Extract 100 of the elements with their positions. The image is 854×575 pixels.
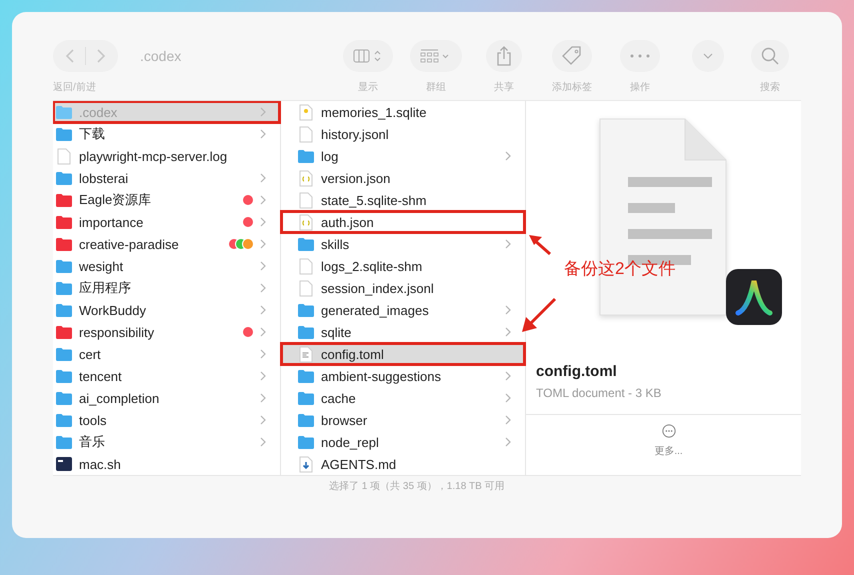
columns-view-icon [353, 48, 383, 64]
toolbar-label: 共享 [494, 80, 514, 94]
markdown-file-icon [297, 456, 315, 472]
chevron-down-icon [703, 53, 713, 59]
file-name: 音乐 [79, 433, 105, 451]
file-list-item[interactable]: AGENTS.md [281, 453, 525, 475]
file-list-item[interactable]: tencent [53, 365, 280, 387]
back-button[interactable] [65, 48, 75, 64]
file-name: cert [79, 346, 101, 362]
file-list-item[interactable]: skills [281, 233, 525, 255]
file-list-item[interactable]: importance [53, 211, 280, 233]
file-name: responsibility [79, 324, 154, 340]
file-list-item[interactable]: memories_1.sqlite [281, 101, 525, 123]
file-name: 下载 [79, 125, 105, 143]
document-icon [297, 192, 315, 208]
file-list-item[interactable]: responsibility [53, 321, 280, 343]
dropdown-button[interactable] [692, 40, 724, 72]
search-button[interactable] [751, 40, 789, 72]
json-file-icon [297, 170, 315, 186]
view-button[interactable] [343, 40, 393, 72]
more-button[interactable]: 更多... [648, 423, 689, 459]
document-icon [297, 346, 315, 362]
action-button[interactable] [620, 40, 660, 72]
file-name: WorkBuddy [79, 302, 146, 318]
annotation-text: 备份这2个文件 [564, 258, 676, 280]
file-list-item[interactable]: Eagle资源库 [53, 189, 280, 211]
file-list-item[interactable]: ai_completion [53, 387, 280, 409]
json-file-icon [297, 214, 315, 230]
file-list-item[interactable]: 音乐 [53, 431, 280, 453]
toolbar-label: 操作 [630, 81, 650, 94]
file-list-item[interactable]: playwright-mcp-server.log [53, 145, 280, 167]
search-icon [761, 47, 779, 65]
file-name: ambient-suggestions [321, 368, 441, 384]
file-name: skills [321, 236, 350, 252]
file-list-item[interactable]: sqlite [281, 321, 525, 343]
window-title: .codex [140, 48, 182, 64]
file-name: generated_images [321, 302, 429, 318]
file-name: importance [79, 214, 144, 230]
file-list-item[interactable]: config.toml [281, 343, 525, 365]
file-name: version.json [321, 170, 390, 186]
file-list-item[interactable]: session_index.jsonl [281, 277, 525, 299]
file-list-item[interactable]: state_5.sqlite-shm [281, 189, 525, 211]
more-icon [662, 424, 676, 438]
file-list-item[interactable]: creative-paradise [53, 233, 280, 255]
back-forward-label: 返回/前进 [53, 80, 97, 94]
file-list-item[interactable]: WorkBuddy [53, 299, 280, 321]
file-list-item[interactable]: cert [53, 343, 280, 365]
file-list-item[interactable]: tools [53, 409, 280, 431]
file-name: tools [79, 412, 106, 428]
toolbar-label: 添加标签 [552, 80, 592, 94]
tag-icon [562, 46, 582, 66]
file-list-item[interactable]: lobsterai [53, 167, 280, 189]
file-list-item[interactable]: mac.sh [53, 453, 280, 475]
toolbar-label: 群组 [426, 81, 446, 94]
file-list-item[interactable]: wesight [53, 255, 280, 277]
file-list-item[interactable]: 下载 [53, 123, 280, 145]
share-icon [496, 46, 512, 66]
file-name: sqlite [321, 324, 352, 340]
file-name: .codex [79, 104, 118, 120]
share-button[interactable] [486, 40, 522, 72]
app-logo-icon [726, 269, 782, 325]
annotation-arrow [521, 297, 557, 333]
file-name: node_repl [321, 434, 379, 450]
file-name: session_index.jsonl [321, 280, 434, 296]
file-list-item[interactable]: node_repl [281, 431, 525, 453]
file-name: mac.sh [79, 456, 121, 472]
file-list-item[interactable]: generated_images [281, 299, 525, 321]
file-name: lobsterai [79, 170, 128, 186]
file-name: cache [321, 390, 356, 406]
group-button[interactable] [410, 40, 462, 72]
file-list-item[interactable]: browser [281, 409, 525, 431]
toolbar-label: 显示 [358, 81, 378, 94]
file-name: tencent [79, 368, 122, 384]
file-name: Eagle资源库 [79, 191, 152, 209]
file-list-item[interactable]: auth.json [281, 211, 525, 233]
file-name: ai_completion [79, 390, 160, 406]
toolbar-label: 搜索 [760, 80, 780, 94]
file-name: playwright-mcp-server.log [79, 148, 228, 164]
file-list-item[interactable]: logs_2.sqlite-shm [281, 255, 525, 277]
file-name: logs_2.sqlite-shm [321, 258, 422, 274]
database-file-icon [297, 104, 315, 120]
annotation-arrow [528, 234, 552, 256]
document-icon [297, 280, 315, 296]
file-list-item[interactable]: log [281, 145, 525, 167]
file-name: auth.json [321, 214, 374, 230]
document-icon [297, 258, 315, 274]
file-name: state_5.sqlite-shm [321, 192, 426, 208]
file-list-item[interactable]: history.jsonl [281, 123, 525, 145]
preview-file-name: config.toml [536, 363, 618, 380]
file-name: AGENTS.md [321, 456, 396, 472]
file-list-item[interactable]: version.json [281, 167, 525, 189]
file-name: config.toml [321, 346, 384, 362]
file-list-item[interactable]: cache [281, 387, 525, 409]
file-name: wesight [79, 258, 124, 274]
tag-button[interactable] [552, 40, 592, 72]
file-list-item[interactable]: ambient-suggestions [281, 365, 525, 387]
forward-button[interactable] [96, 48, 106, 64]
file-name: browser [321, 412, 368, 428]
preview-file-info: TOML document - 3 KB [536, 386, 662, 400]
file-list-item[interactable]: 应用程序 [53, 277, 280, 299]
